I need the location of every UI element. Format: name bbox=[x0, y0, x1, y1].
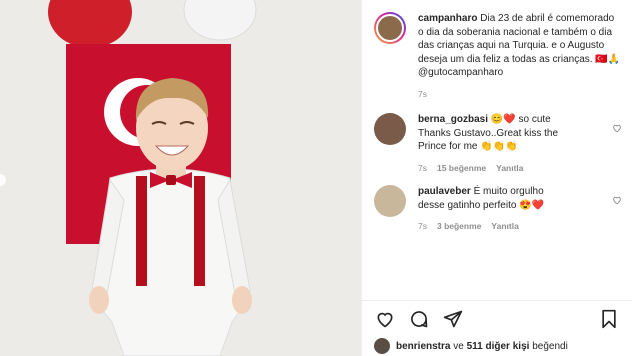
post-caption: campanharo Dia 23 de abril é comemorado … bbox=[362, 0, 632, 101]
comment-time: 7s bbox=[418, 162, 427, 173]
heart-outline-icon bbox=[613, 124, 621, 133]
heart-outline-icon bbox=[613, 196, 621, 205]
photo-child-right-hand bbox=[232, 286, 252, 314]
comment-like-button[interactable] bbox=[608, 185, 622, 234]
comment-like-button[interactable] bbox=[608, 113, 622, 175]
author-avatar[interactable] bbox=[374, 12, 406, 44]
comment-reply-button[interactable]: Yanıtla bbox=[496, 162, 523, 176]
liker-username[interactable]: benrienstra bbox=[396, 341, 450, 352]
commenter-username[interactable]: paulaveber bbox=[418, 186, 471, 197]
author-username[interactable]: campanharo bbox=[418, 13, 477, 24]
heart-icon bbox=[377, 312, 393, 328]
comment-item: berna_gozbasi 😊❤️ so cute Thanks Gustavo… bbox=[362, 113, 632, 175]
photo-left-suspender bbox=[136, 176, 147, 286]
likes-connector: ve bbox=[453, 340, 464, 352]
comment-meta: 7s 15 beğenme Yanıtla bbox=[418, 162, 608, 176]
comment-icon bbox=[411, 310, 428, 327]
caption-text-block: campanharo Dia 23 de abril é comemorado … bbox=[406, 12, 622, 101]
comment-text-line2: desse gatinho perfeito 😍❤️ bbox=[418, 199, 545, 211]
photo-right-suspender bbox=[194, 176, 205, 286]
post-photo[interactable] bbox=[0, 0, 362, 356]
photo-bowtie-knot bbox=[166, 175, 176, 185]
caption-time: 7s bbox=[418, 88, 427, 99]
comment-text-line2: Thanks Gustavo..Great kiss the bbox=[418, 127, 559, 139]
comment-meta: 7s 3 beğenme Yanıtla bbox=[418, 220, 608, 234]
commenter-avatar[interactable] bbox=[374, 185, 406, 217]
comment-text-line3: Prince for me 👏👏👏 bbox=[418, 141, 518, 152]
commenter-username[interactable]: berna_gozbasi bbox=[418, 114, 488, 125]
post-side-panel: campanharo Dia 23 de abril é comemorado … bbox=[362, 0, 632, 356]
share-button[interactable] bbox=[442, 308, 464, 330]
post-actions bbox=[362, 300, 632, 336]
bookmark-icon bbox=[602, 309, 616, 328]
photo-child-left-hand bbox=[89, 286, 109, 314]
comment-time: 7s bbox=[418, 221, 427, 231]
comment-item: paulaveber É muito orgulho desse gatinho… bbox=[362, 185, 632, 234]
likes-others-link[interactable]: 511 diğer kişi bbox=[467, 341, 530, 352]
comment-text-line1: 😊❤️ so cute bbox=[490, 114, 551, 125]
caption-mention[interactable]: @gutocampanharo bbox=[418, 67, 503, 78]
send-icon bbox=[443, 310, 463, 327]
save-button[interactable] bbox=[598, 308, 620, 330]
photo-illustration bbox=[0, 0, 361, 356]
comment-likes[interactable]: 3 beğenme bbox=[437, 220, 481, 234]
comment-reply-button[interactable]: Yanıtla bbox=[491, 220, 518, 234]
comment-button[interactable] bbox=[408, 308, 430, 330]
commenter-avatar[interactable] bbox=[374, 113, 406, 145]
author-avatar-image bbox=[376, 14, 404, 42]
like-button[interactable] bbox=[374, 308, 396, 330]
comment-likes[interactable]: 15 beğenme bbox=[437, 162, 486, 176]
likes-suffix: beğendi bbox=[532, 340, 568, 352]
likes-summary: benrienstra ve 511 diğer kişi beğendi bbox=[362, 336, 632, 356]
liker-avatar[interactable] bbox=[374, 338, 390, 354]
comment-text-line1: É muito orgulho bbox=[473, 186, 544, 197]
comment-text-block: berna_gozbasi 😊❤️ so cute Thanks Gustavo… bbox=[406, 113, 608, 175]
post-dialog: campanharo Dia 23 de abril é comemorado … bbox=[0, 0, 632, 356]
comment-text-block: paulaveber É muito orgulho desse gatinho… bbox=[406, 185, 608, 234]
